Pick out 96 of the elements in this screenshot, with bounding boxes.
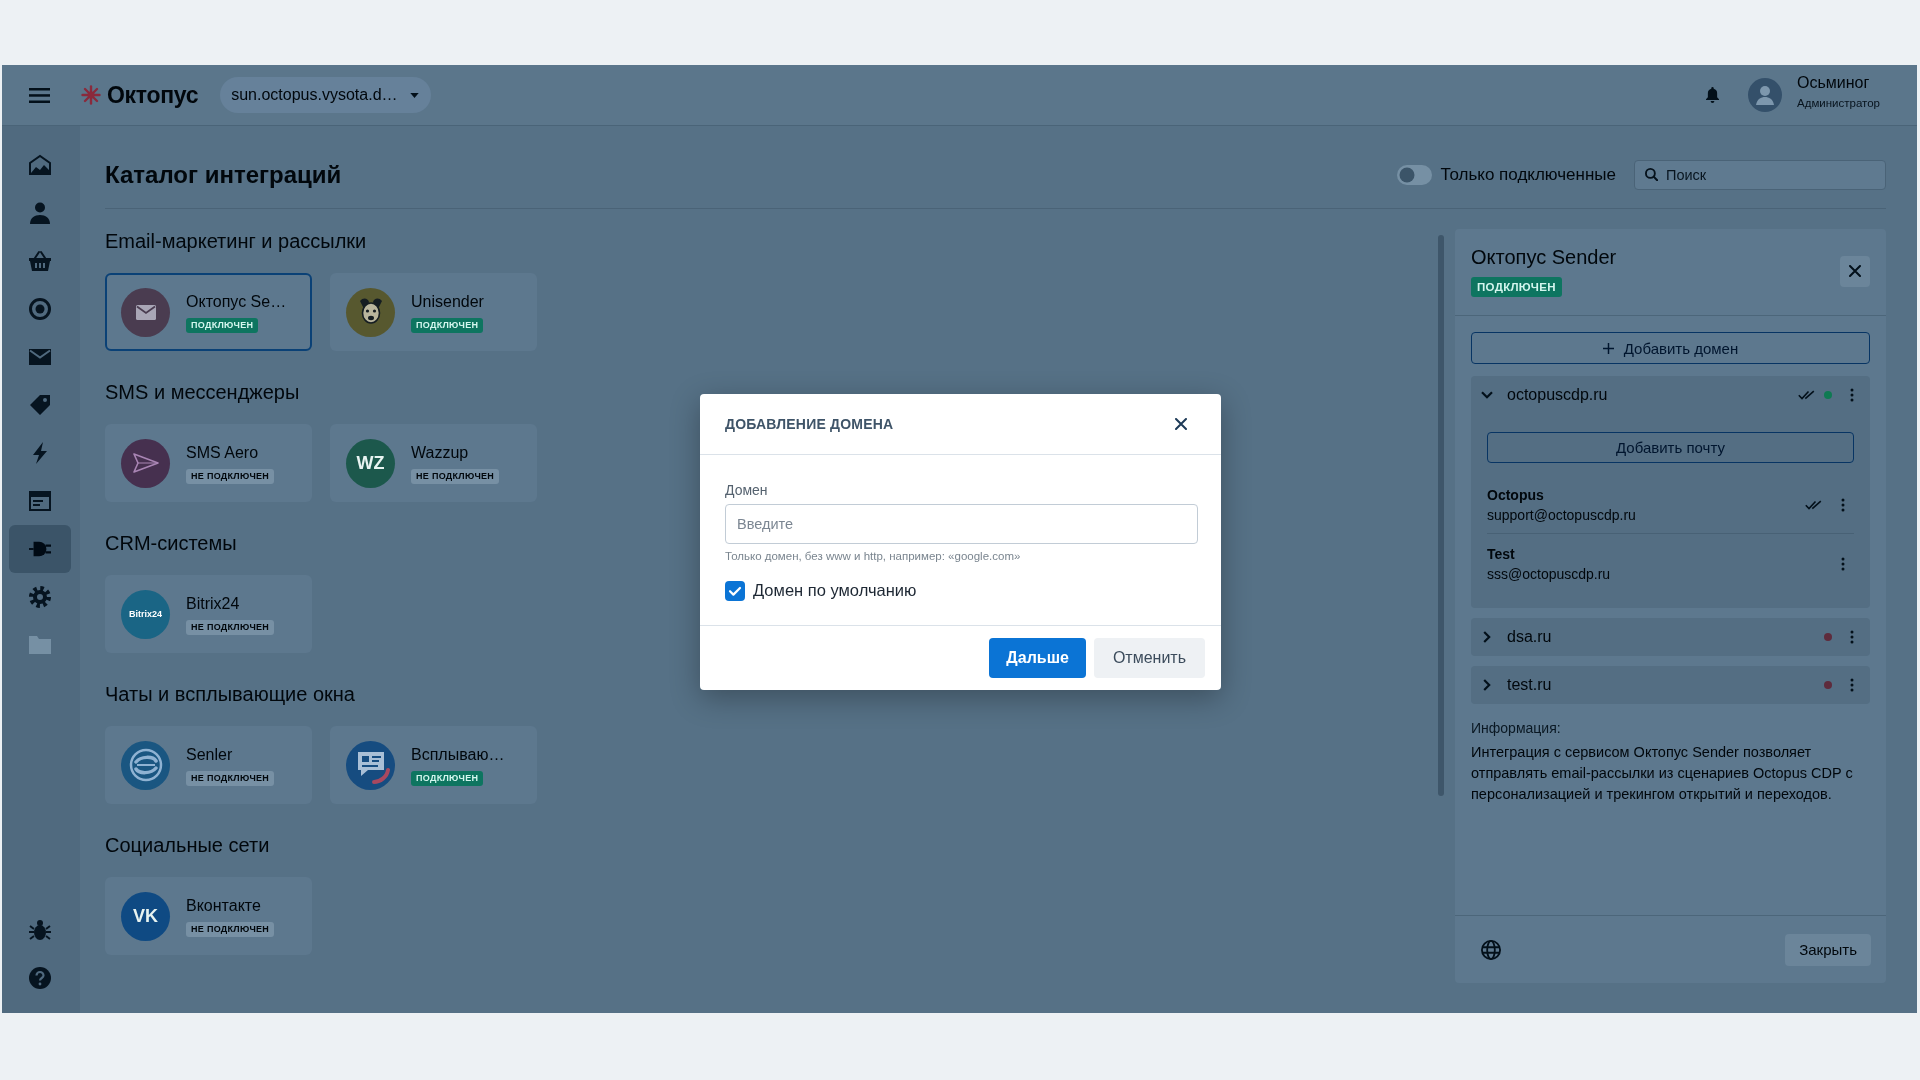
gear-icon[interactable]: [29, 586, 51, 608]
status-badge: ПОДКЛЮЧЕН: [411, 770, 484, 786]
description-text: Интеграция с сервисом Октопус Sender позволяет отправлять email-рассылки из сценариев Octopus CDP с персонализацией и трекингом открытий и переходов.: [1471, 743, 1854, 804]
domain-item[interactable]: dsa.ru: [1471, 618, 1870, 656]
sender-name: Test: [1487, 545, 1515, 564]
menu-icon[interactable]: [29, 87, 50, 103]
domain-name: test.ru: [1507, 676, 1552, 694]
toggle-label: Только подключенные: [1440, 165, 1616, 185]
section-title: Чаты и всплывающие окна: [105, 682, 355, 706]
status-badge: НЕ ПОДКЛЮЧЕН: [411, 468, 500, 484]
checkbox-label: Домен по умолчанию: [753, 580, 917, 601]
section-title: Email-маркетинг и рассылки: [105, 229, 367, 253]
email-address: sss@octopuscdp.ru: [1487, 565, 1611, 584]
integration-card[interactable]: Всплываю… ПОДКЛЮЧЕН: [330, 726, 537, 804]
chevron-right-icon[interactable]: [1483, 631, 1491, 643]
tag-icon[interactable]: [29, 394, 51, 416]
integration-card[interactable]: Senler НЕ ПОДКЛЮЧЕН: [105, 726, 312, 804]
status-badge: НЕ ПОДКЛЮЧЕН: [186, 770, 275, 786]
field-label: Домен: [725, 482, 768, 498]
integration-name: Wazzup: [411, 442, 469, 463]
section-title: Социальные сети: [105, 833, 270, 857]
search-field[interactable]: Поиск: [1634, 160, 1886, 190]
checkbox[interactable]: [725, 580, 745, 601]
plus-icon: [1602, 342, 1614, 354]
more-icon[interactable]: [1850, 388, 1854, 402]
info-label: Информация:: [1471, 719, 1561, 737]
section-title: SMS и мессенджеры: [105, 380, 300, 404]
caret-icon: [409, 92, 419, 98]
integration-name: Октопус Se…: [186, 291, 287, 312]
globe-icon[interactable]: [1481, 939, 1501, 960]
integration-card[interactable]: VK Вконтакте НЕ ПОДКЛЮЧЕН: [105, 877, 312, 955]
chevron-right-icon[interactable]: [1483, 679, 1491, 691]
integration-card[interactable]: WZ Wazzup НЕ ПОДКЛЮЧЕН: [330, 424, 537, 502]
chevron-down-icon[interactable]: [1481, 391, 1493, 399]
help-icon[interactable]: [29, 967, 51, 989]
section-title: CRM-системы: [105, 531, 237, 555]
domain-item[interactable]: octopuscdp.ru Добавить почту Octopus support@octopuscdp.ru Test sss@octopuscdp.ru: [1471, 376, 1870, 608]
toggle-switch[interactable]: [1397, 165, 1433, 185]
add-email-button[interactable]: Добавить почту: [1487, 432, 1854, 463]
status-badge: ПОДКЛЮЧЕН: [186, 317, 259, 333]
bell-icon[interactable]: [1706, 87, 1719, 103]
more-icon[interactable]: [1850, 678, 1854, 692]
domain-item[interactable]: test.ru: [1471, 666, 1870, 704]
basket-icon[interactable]: [29, 250, 51, 272]
status-badge: НЕ ПОДКЛЮЧЕН: [186, 468, 275, 484]
sender-name: Octopus: [1487, 486, 1544, 505]
email-address: support@octopuscdp.ru: [1487, 506, 1636, 525]
user-name: Осьминог: [1797, 73, 1871, 92]
burst-logo-icon: [81, 85, 101, 105]
search-icon: [1645, 168, 1658, 181]
brand-logo: Bitrix24: [121, 589, 170, 639]
panel-title: Октопус Sender: [1471, 246, 1617, 268]
integration-name: Bitrix24: [186, 593, 240, 614]
status-badge: НЕ ПОДКЛЮЧЕН: [186, 921, 275, 937]
integration-name: Вконтакте: [186, 895, 261, 916]
scrollbar[interactable]: [1438, 235, 1444, 796]
integration-name: SMS Aero: [186, 442, 259, 463]
workspace-dropdown[interactable]: sun.octopus.vysota.d…: [220, 77, 431, 113]
more-icon[interactable]: [1850, 630, 1854, 644]
bug-icon[interactable]: [29, 919, 51, 941]
domain-input[interactable]: Введите: [725, 504, 1198, 544]
add-domain-button[interactable]: Добавить домен: [1471, 332, 1870, 364]
integration-card[interactable]: Unisender ПОДКЛЮЧЕН: [330, 273, 537, 351]
integration-card[interactable]: SMS Aero НЕ ПОДКЛЮЧЕН: [105, 424, 312, 502]
integration-card[interactable]: Bitrix24 Bitrix24 НЕ ПОДКЛЮЧЕН: [105, 575, 312, 653]
brand-logo: WZ: [346, 438, 395, 488]
integration-card[interactable]: Октопус Se… ПОДКЛЮЧЕН: [105, 273, 312, 351]
chart-icon[interactable]: [29, 154, 51, 176]
envelope-icon[interactable]: [29, 346, 51, 368]
page-title: Каталог интеграций: [105, 161, 342, 189]
domain-name: dsa.ru: [1507, 628, 1552, 646]
user-icon[interactable]: [29, 202, 51, 224]
status-badge: ПОДКЛЮЧЕН: [1471, 277, 1562, 297]
more-icon[interactable]: [1841, 557, 1845, 571]
close-icon[interactable]: [1175, 418, 1187, 430]
avatar-icon[interactable]: [1748, 78, 1782, 112]
brand-name: Октопус: [107, 81, 199, 109]
window-icon[interactable]: [29, 490, 51, 512]
cancel-button[interactable]: Отменить: [1093, 638, 1205, 678]
dialog-title: ДОБАВЛЕНИЕ ДОМЕНА: [725, 416, 894, 432]
hint-text: Только домен, без www и http, например: «google.com»: [725, 550, 1021, 562]
status-badge: ПОДКЛЮЧЕН: [411, 317, 484, 333]
brand-logo: VK: [121, 891, 170, 941]
close-button[interactable]: Закрыть: [1785, 933, 1871, 966]
close-button[interactable]: [1840, 255, 1870, 287]
integration-name: Senler: [186, 744, 233, 765]
sidebar-item[interactable]: [9, 525, 71, 573]
integration-name: Unisender: [411, 291, 484, 312]
status-badge: НЕ ПОДКЛЮЧЕН: [186, 619, 275, 635]
integration-name: Всплываю…: [411, 744, 505, 765]
target-icon[interactable]: [29, 298, 51, 320]
user-role: Администратор: [1797, 96, 1880, 111]
more-icon[interactable]: [1841, 498, 1845, 512]
domain-name: octopuscdp.ru: [1507, 386, 1608, 404]
close-icon: [1849, 265, 1861, 277]
next-button[interactable]: Дальше: [989, 638, 1086, 678]
